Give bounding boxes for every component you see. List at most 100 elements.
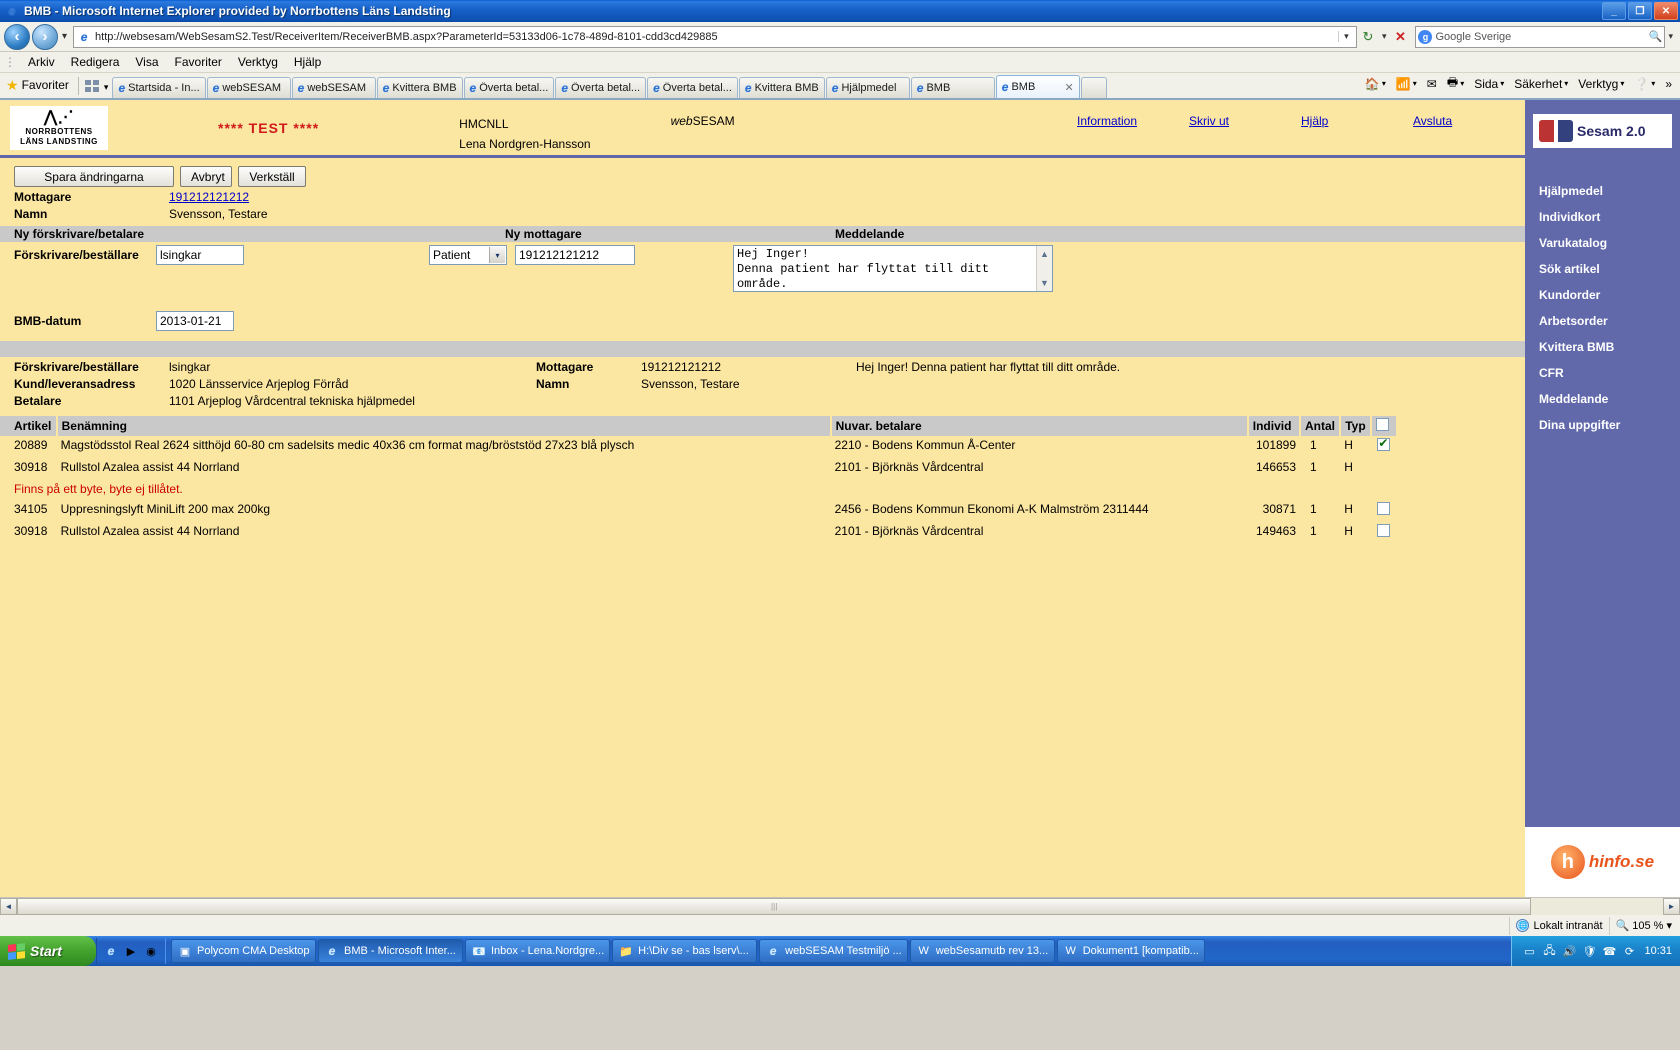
refresh-icon[interactable]: ↻ <box>1357 26 1379 48</box>
chevron-down-icon[interactable]: ▾ <box>1413 79 1417 88</box>
maximize-button[interactable]: ❐ <box>1628 2 1652 20</box>
link-avsluta[interactable]: Avsluta <box>1413 114 1525 128</box>
chevron-down-icon[interactable]: ▾ <box>1460 79 1464 88</box>
bmb-date-input[interactable] <box>156 311 234 331</box>
row-checkbox[interactable] <box>1377 436 1391 451</box>
forward-arrow-icon[interactable]: › <box>32 23 58 50</box>
scroll-right-icon[interactable]: ► <box>1663 897 1680 915</box>
search-caret-icon[interactable]: ▾ <box>1665 31 1676 42</box>
tab-8[interactable]: e Hjälpmedel <box>825 77 910 98</box>
task-button-word-dokument1[interactable]: W Dokument1 [kompatib... <box>1056 939 1205 963</box>
minimize-button[interactable]: _ <box>1602 2 1626 20</box>
mottagare-link[interactable]: 191212121212 <box>169 190 249 204</box>
chevron-down-icon[interactable]: ▾ <box>104 82 109 93</box>
task-button-websesam-test[interactable]: e webSESAM Testmiljö ... <box>759 939 908 963</box>
firefox-icon[interactable]: ◉ <box>143 943 159 959</box>
sidebar-item-varukatalog[interactable]: Varukatalog <box>1525 230 1680 256</box>
tab-5[interactable]: e Överta betal... <box>555 77 647 98</box>
network-icon[interactable]: 🖧 <box>1542 944 1556 958</box>
media-icon[interactable]: ▶ <box>123 943 139 959</box>
scroll-left-icon[interactable]: ◄ <box>0 897 17 915</box>
sidebar-item-cfr[interactable]: CFR <box>1525 360 1680 386</box>
clock[interactable]: 10:31 <box>1644 945 1672 957</box>
menu-item-redigera[interactable]: Redigera <box>63 53 128 71</box>
textarea-scrollbar[interactable]: ▲ ▼ <box>1036 246 1052 291</box>
sidebar-item-individkort[interactable]: Individkort <box>1525 204 1680 230</box>
sidebar-item-arbetsorder[interactable]: Arbetsorder <box>1525 308 1680 334</box>
scroll-up-icon[interactable]: ▲ <box>1037 246 1052 262</box>
task-button-polycom[interactable]: ▣ Polycom CMA Desktop <box>171 939 316 963</box>
table-row[interactable]: 30918 Rullstol Azalea assist 44 Norrland… <box>0 522 1397 544</box>
save-button[interactable]: Spara ändringarna <box>14 166 174 187</box>
menu-item-verktyg[interactable]: Verktyg <box>230 53 286 71</box>
help-icon[interactable]: ❔ ▾ <box>1630 76 1659 92</box>
menu-item-arkiv[interactable]: Arkiv <box>20 53 63 71</box>
th-nuvar-betalare[interactable]: Nuvar. betalare <box>830 416 1249 436</box>
sidebar-item-hjalpmedel[interactable]: Hjälpmedel <box>1525 178 1680 204</box>
search-input[interactable]: g Google Sverige 🔍 <box>1415 25 1666 48</box>
sync-icon[interactable]: ⟳ <box>1622 944 1636 958</box>
phone-icon[interactable]: ☎ <box>1602 944 1617 958</box>
chevron-down-icon[interactable]: ▾ <box>1337 31 1354 42</box>
printer-icon[interactable]: 🖶 ▾ <box>1443 72 1468 95</box>
table-row[interactable]: 20889 Magstödsstol Real 2624 sitthöjd 60… <box>0 436 1397 458</box>
close-icon[interactable]: ✕ <box>1065 81 1074 94</box>
security-zone-cell[interactable]: 🌐 Lokalt intranät <box>1509 916 1608 935</box>
link-skriv-ut[interactable]: Skriv ut <box>1189 114 1301 128</box>
safety-menu-button[interactable]: Säkerhet ▾ <box>1510 76 1572 92</box>
task-button-word-websesamutb[interactable]: W webSesamutb rev 13... <box>909 939 1055 963</box>
th-individ[interactable]: Individ <box>1247 416 1302 436</box>
sidebar-item-sok-artikel[interactable]: Sök artikel <box>1525 256 1680 282</box>
receiver-id-input[interactable] <box>515 245 635 265</box>
task-button-explorer[interactable]: 📁 H:\Div se - bas lserv\... <box>612 939 758 963</box>
chevron-down-icon[interactable]: ▾ <box>1382 79 1386 88</box>
receiver-type-select[interactable]: Patient ▾ <box>429 245 507 265</box>
favorites-button[interactable]: ★ Favoriter <box>4 74 75 96</box>
link-hjalp[interactable]: Hjälp <box>1301 114 1413 128</box>
page-menu-button[interactable]: Sida ▾ <box>1470 76 1508 92</box>
ie-quick-icon[interactable]: e <box>103 943 119 959</box>
grid-icon[interactable] <box>82 77 102 95</box>
home-icon[interactable]: 🏠 ▾ <box>1361 76 1390 92</box>
apply-button[interactable]: Verkställ <box>238 166 306 187</box>
table-row[interactable]: 30918 Rullstol Azalea assist 44 Norrland… <box>0 458 1397 480</box>
scroll-track[interactable]: ||| <box>17 897 1663 915</box>
th-benamning[interactable]: Benämning <box>56 416 832 436</box>
scroll-down-icon[interactable]: ▼ <box>1037 275 1052 291</box>
tab-7[interactable]: e Kvittera BMB <box>738 77 825 98</box>
sidebar-item-meddelande[interactable]: Meddelande <box>1525 386 1680 412</box>
sidebar-item-dina-uppgifter[interactable]: Dina uppgifter <box>1525 412 1680 438</box>
show-desktop-icon[interactable]: ▭ <box>1522 944 1536 958</box>
menu-item-favoriter[interactable]: Favoriter <box>167 53 230 71</box>
scroll-thumb[interactable]: ||| <box>17 897 1532 915</box>
th-antal[interactable]: Antal <box>1300 416 1342 436</box>
zoom-cell[interactable]: 🔍 105 % ▾ <box>1608 916 1678 935</box>
start-button[interactable]: Start <box>0 936 96 966</box>
history-caret-icon[interactable]: ▾ <box>62 31 67 42</box>
row-checkbox[interactable] <box>1377 502 1391 515</box>
tab-6[interactable]: e Överta betal... <box>647 77 738 98</box>
overflow-icon[interactable]: » <box>1661 76 1676 92</box>
link-information[interactable]: Information <box>1077 114 1189 128</box>
url-input[interactable]: e http://websesam/WebSesamS2.Test/Receiv… <box>73 25 1357 48</box>
volume-icon[interactable]: 🔊 <box>1562 944 1577 958</box>
task-button-inbox[interactable]: 📧 Inbox - Lena.Nordgre... <box>465 939 611 963</box>
cancel-button[interactable]: Avbryt <box>180 166 232 187</box>
search-icon[interactable]: 🔍 <box>1649 30 1663 43</box>
menu-item-visa[interactable]: Visa <box>127 53 166 71</box>
horizontal-scrollbar[interactable]: ◄ ||| ► <box>0 897 1680 915</box>
new-tab-button[interactable] <box>1080 77 1107 98</box>
back-arrow-icon[interactable]: ‹ <box>4 23 30 50</box>
message-textarea[interactable]: Hej Inger! Denna patient har flyttat til… <box>733 245 1053 292</box>
chevron-down-icon[interactable]: ▾ <box>489 247 505 263</box>
row-checkbox[interactable] <box>1377 524 1391 537</box>
tab-2[interactable]: e webSESAM <box>291 77 376 98</box>
menu-item-hjalp[interactable]: Hjälp <box>286 53 329 71</box>
table-row[interactable]: 34105 Uppresningslyft MiniLift 200 max 2… <box>0 500 1397 522</box>
shield-icon[interactable]: 🛡 <box>1582 944 1596 958</box>
tab-10-active[interactable]: e BMB ✕ <box>995 75 1080 98</box>
th-artikel[interactable]: Artikel <box>0 416 58 436</box>
tab-9[interactable]: e BMB <box>910 77 995 98</box>
refresh-caret-icon[interactable]: ▾ <box>1379 31 1390 42</box>
stop-icon[interactable]: ✕ <box>1389 26 1411 48</box>
